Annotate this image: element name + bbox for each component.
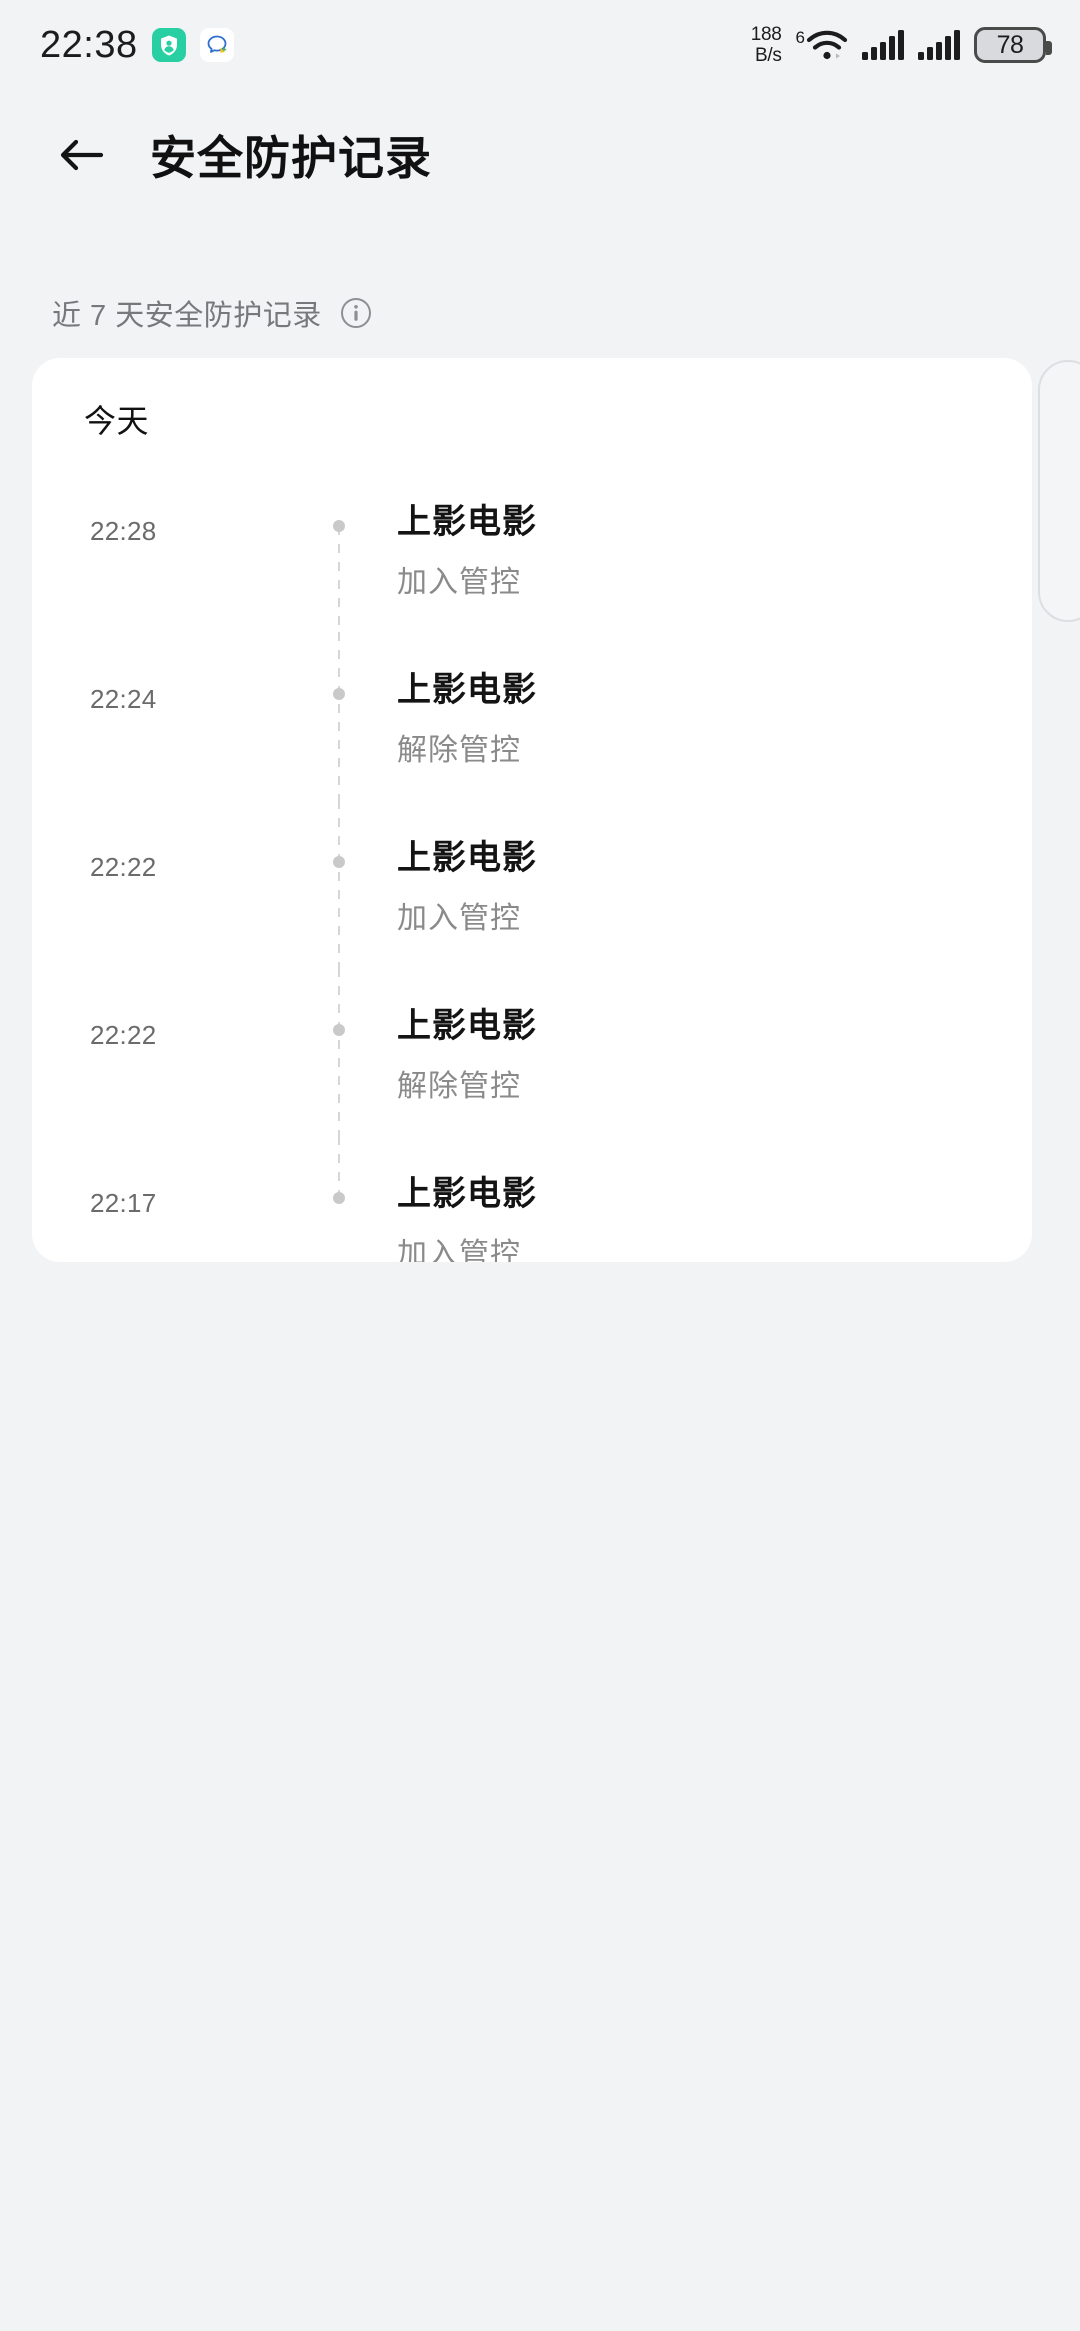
timeline-axis bbox=[333, 464, 345, 632]
security-shield-app-icon bbox=[151, 28, 186, 62]
record-time: 22:22 bbox=[90, 852, 157, 882]
wifi-icon: 6 bbox=[796, 28, 848, 62]
timeline-dot bbox=[333, 1024, 345, 1036]
page-title: 安全防护记录 bbox=[150, 132, 432, 184]
record-action: 解除管控 bbox=[397, 1070, 521, 1103]
timeline-dot bbox=[333, 1192, 345, 1204]
phone-screen: 22:38 188 B/s 6 78 安全防护记录 近 7 天安全防护记录 今天… bbox=[0, 0, 1080, 2331]
timeline-row[interactable]: 22:28 上影电影 加入管控 bbox=[32, 464, 1032, 632]
network-speed-unit: B/s bbox=[754, 45, 782, 66]
battery-indicator: 78 bbox=[974, 27, 1052, 63]
battery-percent-label: 78 bbox=[996, 30, 1024, 59]
record-app-name: 上影电影 bbox=[397, 671, 537, 709]
timeline-row[interactable]: 22:17 上影电影 加入管控 bbox=[32, 1136, 1032, 1262]
record-time: 22:22 bbox=[90, 1020, 157, 1050]
timeline-axis bbox=[333, 1136, 345, 1262]
record-app-name: 上影电影 bbox=[397, 1007, 537, 1045]
back-arrow-icon bbox=[60, 139, 104, 171]
record-action: 加入管控 bbox=[397, 902, 521, 935]
timeline-dot bbox=[333, 856, 345, 868]
timeline-dashed-line bbox=[338, 1136, 340, 1198]
section-label-text: 近 7 天安全防护记录 bbox=[52, 300, 322, 332]
status-bar-left: 22:38 bbox=[40, 24, 234, 67]
timeline-axis bbox=[333, 632, 345, 800]
records-timeline: 22:28 上影电影 加入管控 22:24 上影电影 解除管控 22:22 上影… bbox=[32, 464, 1032, 1262]
edge-panel-handle[interactable] bbox=[1038, 360, 1080, 622]
record-app-name: 上影电影 bbox=[397, 503, 537, 541]
back-button[interactable] bbox=[42, 115, 122, 195]
status-bar-clock: 22:38 bbox=[40, 23, 138, 66]
record-body: 上影电影 解除管控 bbox=[397, 998, 537, 1105]
section-header: 近 7 天安全防护记录 bbox=[52, 292, 372, 334]
signal-bars-sim2-icon bbox=[918, 30, 960, 60]
record-app-name: 上影电影 bbox=[397, 839, 537, 877]
signal-bars-sim1-icon bbox=[862, 30, 904, 60]
timeline-axis bbox=[333, 968, 345, 1136]
record-app-name: 上影电影 bbox=[397, 1175, 537, 1213]
status-bar: 22:38 188 B/s 6 78 bbox=[0, 0, 1080, 90]
network-speed-value: 188 bbox=[750, 24, 782, 45]
wifi-generation-label: 6 bbox=[795, 28, 805, 47]
record-body: 上影电影 加入管控 bbox=[397, 1166, 537, 1262]
status-bar-right: 188 B/s 6 78 bbox=[751, 24, 1052, 66]
record-time: 22:28 bbox=[90, 516, 157, 546]
records-card: 今天 22:28 上影电影 加入管控 22:24 上影电影 解除管控 22:22… bbox=[32, 358, 1032, 1262]
record-action: 加入管控 bbox=[397, 566, 521, 599]
timeline-row[interactable]: 22:22 上影电影 加入管控 bbox=[32, 800, 1032, 968]
record-action: 解除管控 bbox=[397, 734, 521, 767]
record-time: 22:24 bbox=[90, 684, 157, 714]
info-icon[interactable] bbox=[340, 297, 372, 329]
timeline-dashed-line bbox=[338, 968, 340, 1136]
timeline-row[interactable]: 22:22 上影电影 解除管控 bbox=[32, 968, 1032, 1136]
timeline-dashed-line bbox=[338, 800, 340, 968]
timeline-dashed-line bbox=[338, 632, 340, 800]
timeline-dot bbox=[333, 520, 345, 532]
network-speed-indicator: 188 B/s bbox=[751, 24, 782, 66]
record-body: 上影电影 加入管控 bbox=[397, 494, 537, 601]
record-action: 加入管控 bbox=[397, 1238, 521, 1262]
record-time: 22:17 bbox=[90, 1188, 157, 1218]
record-body: 上影电影 解除管控 bbox=[397, 662, 537, 769]
timeline-row[interactable]: 22:24 上影电影 解除管控 bbox=[32, 632, 1032, 800]
timeline-dot bbox=[333, 688, 345, 700]
timeline-axis bbox=[333, 800, 345, 968]
timeline-dashed-line bbox=[338, 526, 340, 632]
record-body: 上影电影 加入管控 bbox=[397, 830, 537, 937]
chat-bubble-app-icon bbox=[199, 28, 234, 62]
app-bar: 安全防护记录 bbox=[0, 100, 1080, 210]
records-group-title: 今天 bbox=[84, 403, 150, 439]
